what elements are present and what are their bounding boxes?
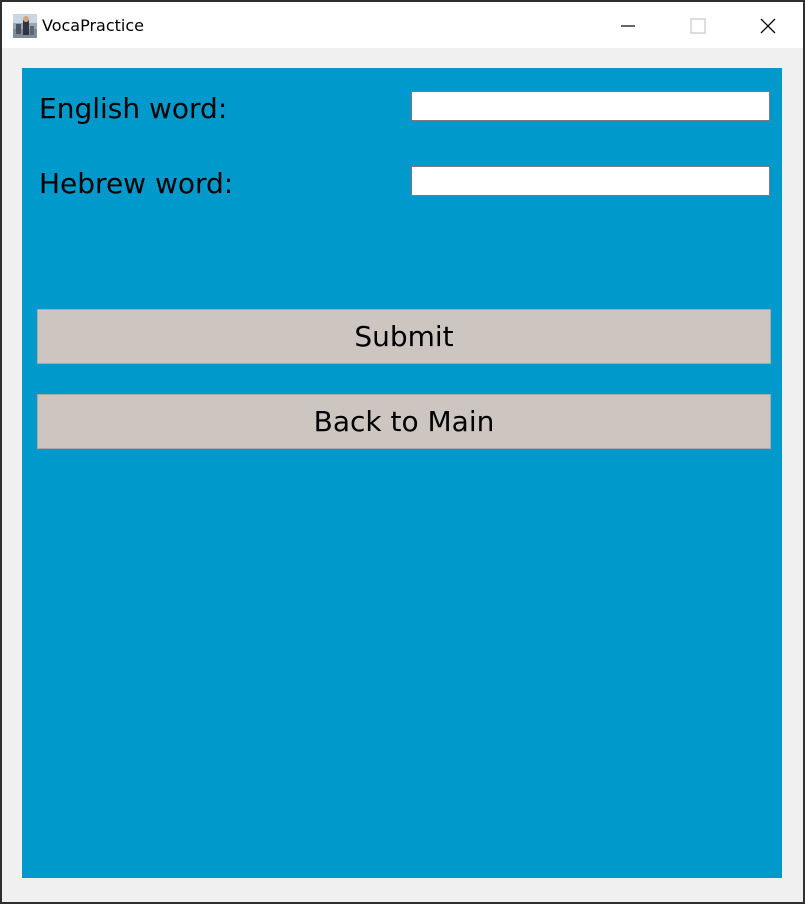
back-to-main-button[interactable]: Back to Main: [37, 394, 771, 449]
title-bar[interactable]: VocaPractice: [2, 2, 803, 48]
minimize-button[interactable]: [593, 2, 663, 48]
hebrew-word-label: Hebrew word:: [39, 167, 234, 200]
hebrew-word-input[interactable]: [411, 166, 770, 196]
submit-button[interactable]: Submit: [37, 309, 771, 364]
maximize-icon: [690, 18, 706, 34]
close-button[interactable]: [733, 2, 803, 48]
word-entry-panel: English word: Hebrew word: Submit Back t…: [22, 68, 782, 878]
window-title: VocaPractice: [42, 16, 144, 35]
minimize-icon: [621, 25, 635, 27]
english-word-label: English word:: [39, 92, 228, 125]
english-word-input[interactable]: [411, 91, 770, 121]
close-icon: [760, 18, 776, 34]
app-photo-icon: [13, 14, 37, 38]
app-window: VocaPractice English word: Hebrew word: …: [0, 0, 805, 904]
maximize-button[interactable]: [663, 2, 733, 48]
